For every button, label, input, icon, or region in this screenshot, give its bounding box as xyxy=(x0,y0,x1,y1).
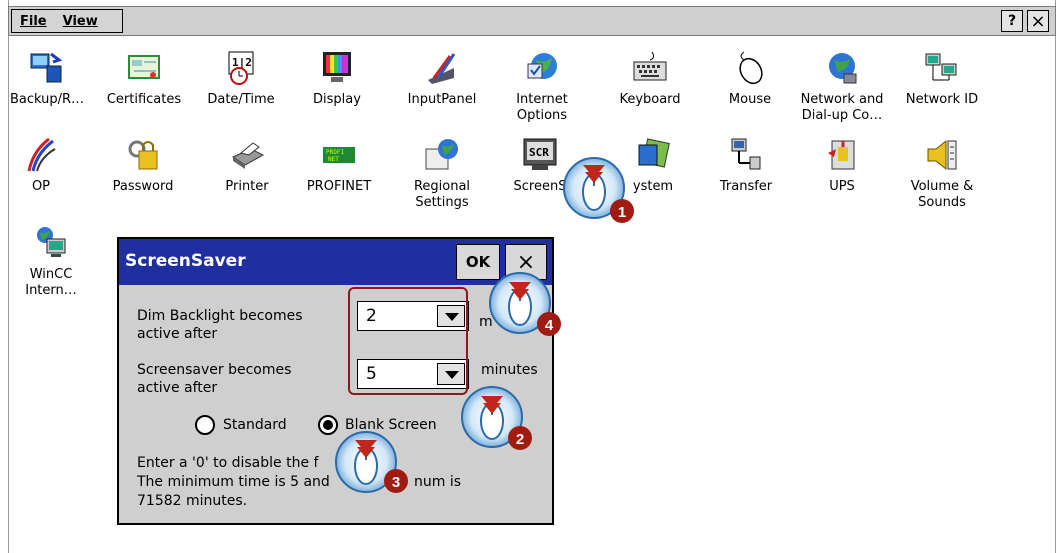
combo-highlight-frame xyxy=(348,287,468,395)
op-icon xyxy=(23,137,59,173)
ups-icon xyxy=(824,137,860,173)
icon-label: Network and Dial-up Co… xyxy=(800,92,884,123)
cpl-backup[interactable]: Backup/R… xyxy=(0,50,97,108)
cpl-keyboard[interactable]: Keyboard xyxy=(600,50,700,108)
icon-label: Mouse xyxy=(728,92,772,107)
menu-view[interactable]: View xyxy=(55,14,106,29)
regional-settings-icon xyxy=(424,137,460,173)
dim-backlight-label: Dim Backlight becomes xyxy=(137,308,303,324)
help-button[interactable]: ? xyxy=(1001,10,1023,32)
cpl-op[interactable]: OP xyxy=(0,137,91,195)
cpl-wincc[interactable]: WinCC Intern… xyxy=(1,225,101,299)
radio-blank-screen[interactable] xyxy=(318,415,338,435)
icon-label: Network ID xyxy=(905,92,979,107)
password-icon xyxy=(125,137,161,173)
mouse-icon xyxy=(732,50,768,86)
svg-text:PROFI: PROFI xyxy=(326,149,344,156)
network-dialup-icon xyxy=(824,50,860,86)
icon-label: InputPanel xyxy=(407,92,477,107)
radio-blank-label: Blank Screen xyxy=(345,417,437,433)
cpl-transfer[interactable]: Transfer xyxy=(696,137,796,195)
icon-label: ystem xyxy=(632,179,674,194)
cpl-regional-settings[interactable]: Regional Settings xyxy=(392,137,492,211)
info-text-2a: The minimum time is 5 and xyxy=(137,474,330,490)
icon-label: Display xyxy=(313,92,361,107)
cpl-network-id[interactable]: Network ID xyxy=(892,50,992,108)
icon-label: Internet Options xyxy=(516,92,568,123)
info-text-1: Enter a '0' to disable the f xyxy=(137,455,319,471)
cpl-profinet[interactable]: PROFI NET PROFINET xyxy=(289,137,389,195)
menu-group: File View xyxy=(11,9,123,33)
icon-label: WinCC Intern… xyxy=(25,267,77,298)
cpl-ups[interactable]: UPS xyxy=(792,137,892,195)
minutes-label: minutes xyxy=(481,362,538,378)
screensaver-icon: SCR xyxy=(522,137,558,173)
icon-label: Password xyxy=(112,179,174,194)
cpl-printer[interactable]: Printer xyxy=(197,137,297,195)
cpl-network-dialup[interactable]: Network and Dial-up Co… xyxy=(792,50,892,124)
keyboard-icon xyxy=(632,50,668,86)
icon-label: Certificates xyxy=(106,92,182,107)
icon-label: Date/Time xyxy=(207,92,275,107)
ok-button[interactable]: OK xyxy=(456,244,500,280)
menu-file[interactable]: File xyxy=(12,14,55,29)
icon-label: Printer xyxy=(225,179,269,194)
wincc-icon xyxy=(33,225,69,261)
cpl-display[interactable]: Display xyxy=(287,50,387,108)
icon-label: Regional Settings xyxy=(413,179,471,210)
radio-standard[interactable] xyxy=(195,415,215,435)
volume-icon xyxy=(924,137,960,173)
dim-unit-label: m xyxy=(479,314,493,330)
dialog-title: ScreenSaver xyxy=(125,251,246,271)
internet-options-icon xyxy=(524,50,560,86)
close-button[interactable]: × xyxy=(1027,10,1049,32)
printer-icon xyxy=(229,137,265,173)
calendar-clock-icon: 1|2 xyxy=(223,50,259,86)
info-text-2b: num is xyxy=(414,474,462,490)
dim-backlight-label-2: active after xyxy=(137,326,218,342)
icon-label: Volume & Sounds xyxy=(910,179,974,210)
cpl-inputpanel[interactable]: InputPanel xyxy=(392,50,492,108)
svg-text:1|2: 1|2 xyxy=(232,56,252,69)
input-panel-icon xyxy=(424,50,460,86)
icon-label: Transfer xyxy=(719,179,773,194)
icon-label: OP xyxy=(31,179,51,194)
screensaver-dialog: ScreenSaver OK × Dim Backlight becomes a… xyxy=(117,237,554,525)
certificate-icon xyxy=(126,50,162,86)
cpl-password[interactable]: Password xyxy=(93,137,193,195)
system-icon xyxy=(635,137,671,173)
svg-text:NET: NET xyxy=(328,156,339,163)
icon-label: UPS xyxy=(829,179,855,194)
cpl-certificates[interactable]: Certificates xyxy=(94,50,194,108)
icon-label: Keyboard xyxy=(619,92,681,107)
screensaver-label: Screensaver becomes xyxy=(137,362,292,378)
cpl-system[interactable]: ystem xyxy=(603,137,703,195)
monitor-icon xyxy=(319,50,355,86)
profinet-icon: PROFI NET xyxy=(321,137,357,173)
cpl-mouse[interactable]: Mouse xyxy=(700,50,800,108)
cpl-screensaver[interactable]: SCR ScreenS xyxy=(490,137,590,195)
cpl-volume[interactable]: Volume & Sounds xyxy=(892,137,992,211)
cpl-internet-options[interactable]: Internet Options xyxy=(492,50,592,124)
backup-icon xyxy=(29,50,65,86)
screensaver-label-2: active after xyxy=(137,380,218,396)
dialog-title-bar: ScreenSaver OK × xyxy=(119,239,552,285)
icon-label: ScreenS xyxy=(513,179,567,194)
icon-label: PROFINET xyxy=(306,179,372,194)
info-text-3: 71582 minutes. xyxy=(137,493,248,509)
svg-text:SCR: SCR xyxy=(529,146,549,159)
radio-standard-label: Standard xyxy=(223,417,287,433)
icon-label: Backup/R… xyxy=(9,92,85,107)
menu-bar: File View ? × xyxy=(8,6,1056,36)
dialog-close-button[interactable]: × xyxy=(505,244,547,280)
network-id-icon xyxy=(924,50,960,86)
cpl-datetime[interactable]: 1|2 Date/Time xyxy=(191,50,291,108)
transfer-icon xyxy=(728,137,764,173)
